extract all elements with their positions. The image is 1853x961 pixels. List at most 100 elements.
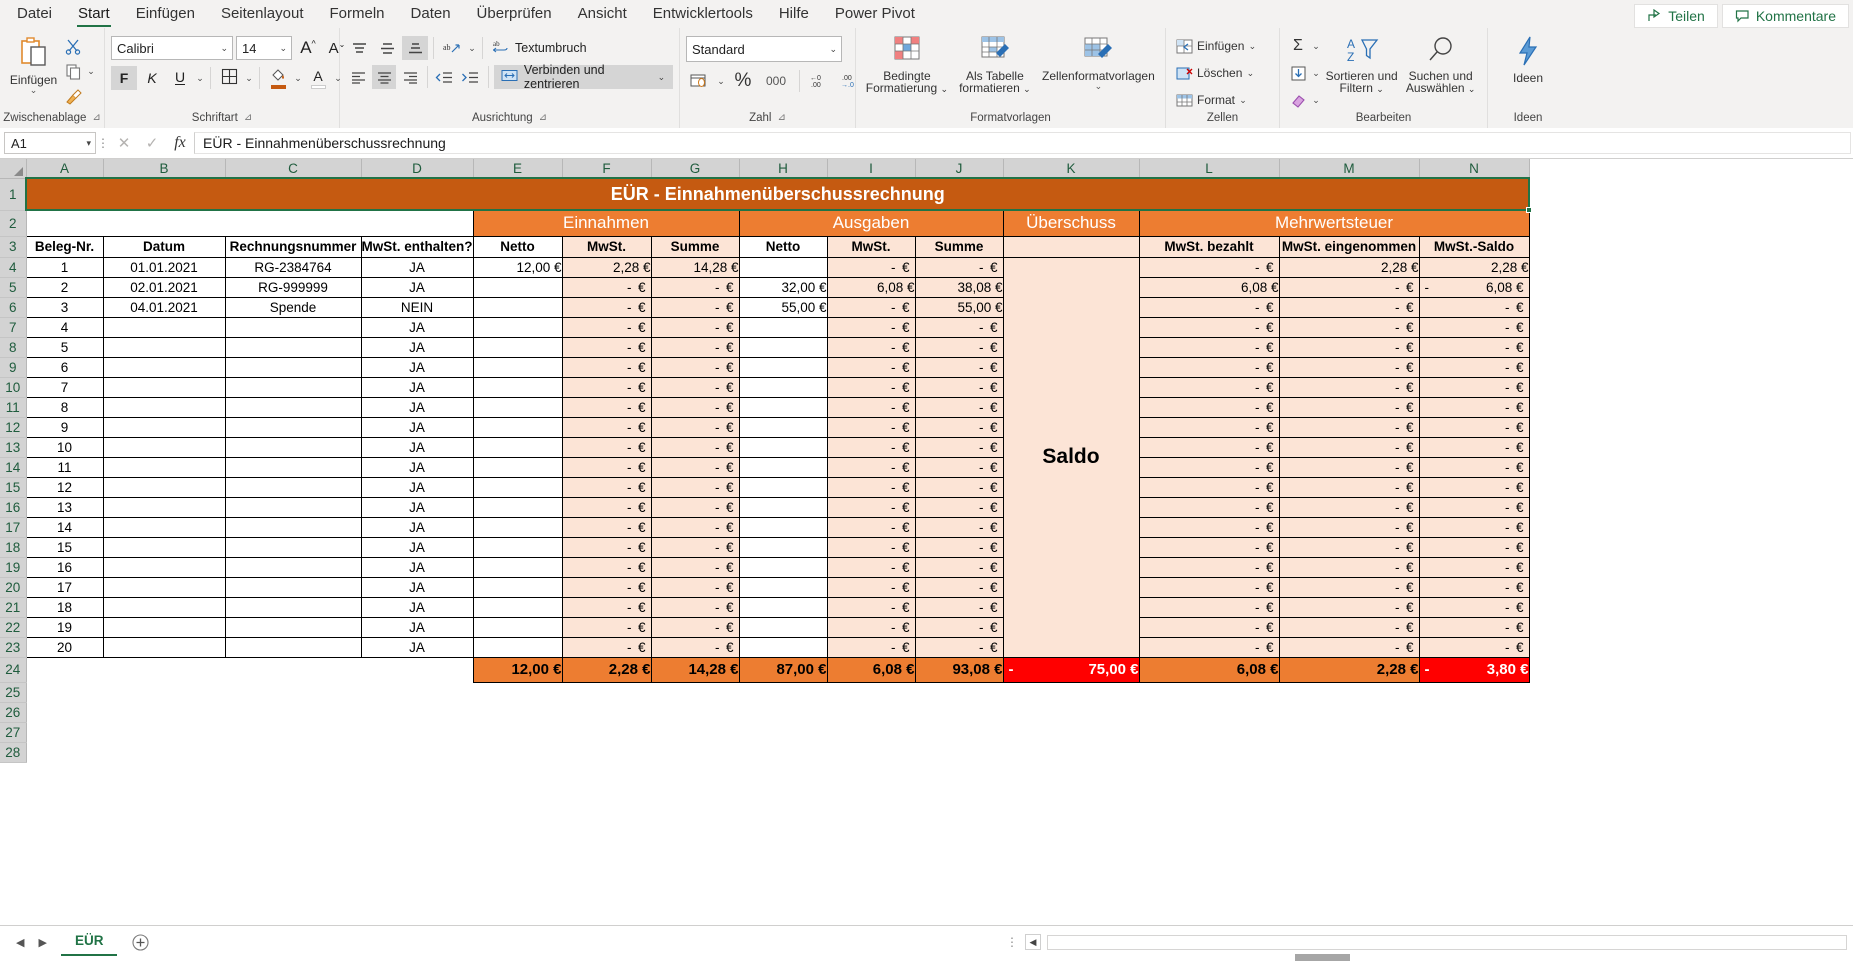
chevron-down-icon[interactable]: ⌄ — [293, 73, 303, 84]
cell-einnahmen-mwst[interactable]: -€ — [562, 497, 651, 517]
empty-cell[interactable] — [562, 742, 651, 762]
cell-B24[interactable] — [103, 657, 225, 682]
col-label-mwst-saldo[interactable]: MwSt.-Saldo — [1419, 236, 1529, 257]
col-header-A[interactable]: A — [26, 159, 103, 178]
cell-ausgaben-mwst[interactable]: -€ — [827, 457, 915, 477]
cell-ausgaben-summe[interactable]: -€ — [915, 377, 1003, 397]
row-header-14[interactable]: 14 — [0, 457, 26, 477]
row-header-26[interactable]: 26 — [0, 702, 26, 722]
empty-cell[interactable] — [103, 722, 225, 742]
sort-filter-button[interactable]: AZ Sortieren und Filtern ⌄ — [1323, 31, 1400, 95]
empty-cell[interactable] — [651, 722, 739, 742]
cell-einnahmen-netto[interactable] — [473, 637, 562, 657]
cell-rechnungsnummer[interactable] — [225, 457, 361, 477]
cell-datum[interactable] — [103, 537, 225, 557]
cell-einnahmen-summe[interactable]: -€ — [651, 477, 739, 497]
cell-einnahmen-netto[interactable] — [473, 337, 562, 357]
cell-rechnungsnummer[interactable] — [225, 557, 361, 577]
name-box[interactable]: A1 ▾ — [4, 132, 96, 154]
row-header-17[interactable]: 17 — [0, 517, 26, 537]
cell-einnahmen-summe[interactable]: -€ — [651, 537, 739, 557]
wrap-text-button[interactable]: ab Textumbruch — [488, 36, 592, 60]
italic-button[interactable]: K — [139, 66, 165, 90]
cell-ausgaben-summe[interactable]: -€ — [915, 397, 1003, 417]
cell-ausgaben-summe[interactable]: 38,08 € — [915, 277, 1003, 297]
chevron-down-icon[interactable]: ⌄ — [1311, 95, 1321, 106]
cell-einnahmen-netto[interactable] — [473, 557, 562, 577]
cell-beleg-nr[interactable]: 2 — [26, 277, 103, 297]
empty-cell[interactable] — [473, 742, 562, 762]
cell-mwst-saldo[interactable]: -€ — [1419, 297, 1529, 317]
cell-ausgaben-netto[interactable]: 32,00 € — [739, 277, 827, 297]
cell-mwst-enthalten[interactable]: JA — [361, 277, 473, 297]
cell-einnahmen-mwst[interactable]: -€ — [562, 457, 651, 477]
cell-datum[interactable] — [103, 637, 225, 657]
sheet-tab-eur[interactable]: EÜR — [61, 929, 118, 956]
empty-cell[interactable] — [827, 702, 915, 722]
cell-mwst-eingenommen[interactable]: 2,28 € — [1279, 257, 1419, 277]
empty-cell[interactable] — [827, 682, 915, 702]
empty-cell[interactable] — [1139, 722, 1279, 742]
cell-ausgaben-mwst[interactable]: -€ — [827, 557, 915, 577]
insert-cells-button[interactable]: Einfügen ⌄ — [1172, 35, 1259, 57]
cell-K3[interactable] — [1003, 236, 1139, 257]
cell-einnahmen-mwst[interactable]: -€ — [562, 597, 651, 617]
col-header-B[interactable]: B — [103, 159, 225, 178]
cell-ausgaben-summe[interactable]: -€ — [915, 617, 1003, 637]
formula-input[interactable]: EÜR - Einnahmenüberschussrechnung — [194, 132, 1851, 154]
cell-einnahmen-netto[interactable]: 12,00 € — [473, 257, 562, 277]
cell-datum[interactable] — [103, 477, 225, 497]
row-header-19[interactable]: 19 — [0, 557, 26, 577]
cell-mwst-saldo[interactable]: -€ — [1419, 477, 1529, 497]
chevron-down-icon[interactable]: ⌄ — [829, 44, 837, 55]
thousands-format-button[interactable]: 000 — [760, 69, 792, 93]
cell-ausgaben-netto[interactable] — [739, 617, 827, 637]
empty-cell[interactable] — [1003, 742, 1139, 762]
bold-button[interactable]: F — [111, 66, 137, 90]
cell-einnahmen-summe[interactable]: 14,28 € — [651, 257, 739, 277]
cell-einnahmen-netto[interactable] — [473, 537, 562, 557]
tab-ueberpruefen[interactable]: Überprüfen — [464, 2, 565, 27]
fill-color-button[interactable] — [265, 66, 291, 90]
empty-cell[interactable] — [651, 682, 739, 702]
cell-einnahmen-summe[interactable]: -€ — [651, 437, 739, 457]
row-header-23[interactable]: 23 — [0, 637, 26, 657]
cell-D24[interactable] — [361, 657, 473, 682]
cell-beleg-nr[interactable]: 20 — [26, 637, 103, 657]
number-format-combo[interactable]: Standard ⌄ — [686, 36, 842, 62]
cell-mwst-eingenommen[interactable]: -€ — [1279, 597, 1419, 617]
cell-rechnungsnummer[interactable] — [225, 517, 361, 537]
cell-mwst-enthalten[interactable]: JA — [361, 497, 473, 517]
col-header-L[interactable]: L — [1139, 159, 1279, 178]
cell-einnahmen-summe[interactable]: -€ — [651, 337, 739, 357]
cell-einnahmen-mwst[interactable]: -€ — [562, 397, 651, 417]
cell-mwst-eingenommen[interactable]: -€ — [1279, 477, 1419, 497]
select-all-corner[interactable] — [0, 159, 26, 178]
tab-entwicklertools[interactable]: Entwicklertools — [640, 2, 766, 27]
row-header-21[interactable]: 21 — [0, 597, 26, 617]
cell-mwst-eingenommen[interactable]: -€ — [1279, 577, 1419, 597]
empty-cell[interactable] — [915, 702, 1003, 722]
row-header-10[interactable]: 10 — [0, 377, 26, 397]
empty-cell[interactable] — [739, 682, 827, 702]
cell-ausgaben-netto[interactable] — [739, 437, 827, 457]
total-ausgaben-mwst[interactable]: 6,08 € — [827, 657, 915, 682]
dialog-launcher-icon[interactable]: ⊿ — [244, 112, 252, 124]
cell-mwst-bezahlt[interactable]: -€ — [1139, 577, 1279, 597]
row-header-12[interactable]: 12 — [0, 417, 26, 437]
empty-cell[interactable] — [739, 742, 827, 762]
cell-rechnungsnummer[interactable] — [225, 537, 361, 557]
cell-einnahmen-mwst[interactable]: -€ — [562, 437, 651, 457]
cell-einnahmen-summe[interactable]: -€ — [651, 637, 739, 657]
format-as-table-button[interactable]: Als Tabelle formatieren ⌄ — [952, 31, 1038, 95]
scroll-left-button[interactable]: ◀ — [1025, 934, 1041, 950]
cell-einnahmen-summe[interactable]: -€ — [651, 497, 739, 517]
empty-cell[interactable] — [103, 742, 225, 762]
cell-mwst-bezahlt[interactable]: -€ — [1139, 417, 1279, 437]
cell-einnahmen-netto[interactable] — [473, 417, 562, 437]
col-header-K[interactable]: K — [1003, 159, 1139, 178]
cell-ausgaben-netto[interactable] — [739, 577, 827, 597]
cell-mwst-eingenommen[interactable]: -€ — [1279, 557, 1419, 577]
cell-mwst-eingenommen[interactable]: -€ — [1279, 537, 1419, 557]
cell-mwst-enthalten[interactable]: JA — [361, 257, 473, 277]
